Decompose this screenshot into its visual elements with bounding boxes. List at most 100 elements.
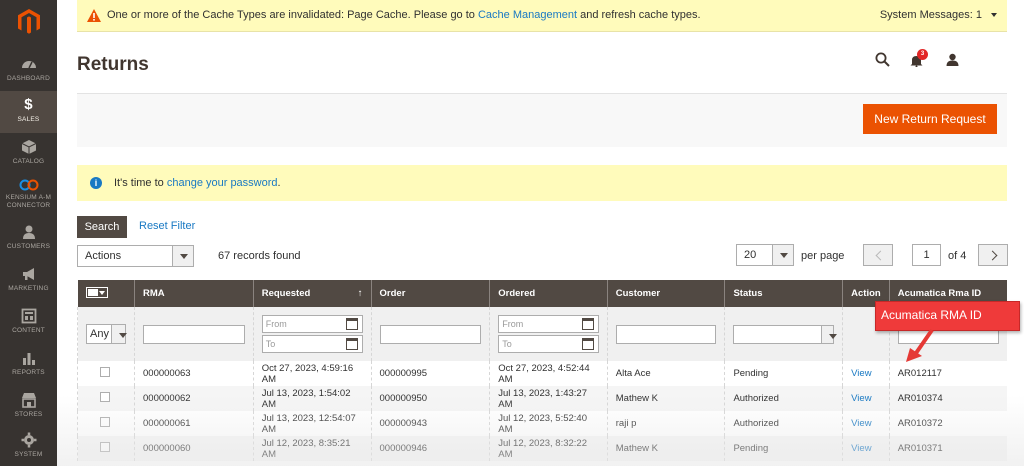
mass-actions-select[interactable]: Actions (77, 245, 194, 267)
global-search-button[interactable] (875, 52, 890, 72)
megaphone-icon (22, 268, 34, 280)
search-button[interactable]: Search (77, 216, 127, 238)
column-header-ordered[interactable]: Ordered (489, 280, 608, 307)
column-header-rma[interactable]: RMA (134, 280, 254, 307)
order-filter-input[interactable] (379, 324, 482, 344)
records-found: 67 records found (218, 250, 301, 262)
nav-kensium-connector[interactable]: KENSIUM A-M CONNECTOR (0, 179, 57, 210)
column-header-requested[interactable]: Requested ↑ (252, 280, 372, 307)
view-link[interactable]: View (851, 443, 871, 454)
requested-from-placeholder: From (265, 319, 287, 329)
requested-from-input[interactable]: From (261, 315, 363, 333)
nav-system-label: SYSTEM (14, 451, 43, 458)
password-notice-end: . (277, 177, 281, 189)
ordered-cell: Jul 12, 2023, 5:52:40 AM (489, 411, 608, 436)
next-page-button[interactable] (978, 244, 1008, 266)
acumatica-rma-id-cell: AR010374 (888, 386, 1007, 411)
system-messages-dropdown[interactable]: System Messages: 1 (880, 9, 997, 21)
nav-system[interactable]: SYSTEM (0, 432, 57, 459)
ordered-to-input[interactable]: To (498, 335, 599, 353)
previous-page-button[interactable] (863, 244, 893, 266)
password-notice: i It's time to change your password. (77, 165, 1007, 201)
account-menu-button[interactable] (946, 53, 959, 71)
nav-sales[interactable]: $ SALES (0, 91, 57, 133)
search-icon (875, 52, 890, 67)
nav-catalog[interactable]: CATALOG (0, 139, 57, 166)
requested-cell: Jul 13, 2023, 12:54:07 AM (252, 411, 372, 436)
magento-logo[interactable] (0, 0, 57, 44)
notifications-button[interactable]: 3 (910, 49, 928, 72)
ordered-cell: Jul 13, 2023, 1:43:27 AM (489, 386, 608, 411)
calendar-icon[interactable] (345, 318, 358, 330)
column-header-status[interactable]: Status (724, 280, 843, 307)
calendar-icon[interactable] (581, 338, 594, 350)
mass-actions-value: Actions (85, 250, 122, 262)
mass-select-filter-value: Any (90, 328, 109, 340)
requested-to-input[interactable]: To (261, 335, 363, 353)
nav-dashboard[interactable]: DASHBOARD (0, 56, 57, 83)
ordered-from-input[interactable]: From (498, 315, 599, 333)
nav-content[interactable]: CONTENT (0, 308, 57, 335)
rma-filter-input[interactable] (143, 324, 245, 344)
change-password-link[interactable]: change your password (167, 177, 278, 189)
customer-filter-input[interactable] (615, 324, 717, 344)
ordered-cell: Oct 27, 2023, 4:52:44 AM (489, 361, 608, 386)
nav-content-label: CONTENT (12, 327, 45, 334)
nav-reports-label: REPORTS (12, 369, 45, 376)
acumatica-rma-id-callout: Acumatica RMA ID (875, 301, 1020, 331)
chevron-down-icon (111, 325, 127, 343)
calendar-icon[interactable] (581, 318, 594, 330)
column-header-order[interactable]: Order (370, 280, 490, 307)
table-row[interactable]: 000000062 Jul 13, 2023, 1:54:02 AM 00000… (77, 386, 1007, 411)
acumatica-rma-id-cell: AR010372 (888, 411, 1007, 436)
view-link[interactable]: View (851, 393, 871, 404)
acumatica-rma-id-cell: AR012117 (888, 361, 1007, 386)
row-checkbox[interactable] (100, 367, 110, 377)
column-header-customer[interactable]: Customer (606, 280, 725, 307)
sort-arrow-icon: ↑ (357, 288, 363, 299)
notification-count-badge: 3 (917, 49, 928, 60)
cache-management-link[interactable]: Cache Management (478, 9, 577, 21)
view-link[interactable]: View (851, 418, 871, 429)
row-checkbox[interactable] (100, 417, 110, 427)
new-return-request-button[interactable]: New Return Request (863, 104, 997, 134)
per-page-value: 20 (744, 249, 757, 261)
calendar-icon[interactable] (345, 338, 358, 350)
table-row[interactable]: 000000060 Jul 12, 2023, 8:35:21 AM 00000… (77, 436, 1007, 461)
rma-cell: 000000060 (134, 436, 254, 461)
nav-customers[interactable]: CUSTOMERS (0, 224, 57, 251)
mass-select-filter[interactable]: Any (86, 324, 127, 344)
mass-select-header[interactable] (77, 280, 135, 307)
order-cell: 000000946 (370, 436, 490, 461)
page-actions-bar: New Return Request (77, 93, 1007, 147)
page-count: of 4 (948, 250, 967, 262)
nav-reports[interactable]: REPORTS (0, 350, 57, 377)
status-cell: Pending (724, 436, 843, 461)
row-checkbox[interactable] (100, 442, 110, 452)
table-row[interactable]: 000000063 Oct 27, 2023, 4:59:16 AM 00000… (77, 361, 1007, 386)
kensium-icon (19, 179, 38, 191)
system-message-text-after: and refresh cache types. (580, 9, 701, 21)
table-row[interactable]: 000000061 Jul 13, 2023, 12:54:07 AM 0000… (77, 411, 1007, 436)
per-page-label: per page (801, 250, 845, 262)
nav-stores[interactable]: STORES (0, 392, 57, 419)
status-cell: Authorized (724, 411, 843, 436)
nav-sales-label: SALES (17, 116, 40, 123)
password-notice-prefix: It's time to (114, 177, 164, 189)
gear-icon (21, 432, 36, 448)
chevron-down-icon (172, 246, 193, 266)
view-link[interactable]: View (851, 368, 871, 379)
mass-select-dropdown[interactable] (85, 286, 108, 298)
per-page-select[interactable]: 20 (736, 244, 794, 266)
status-filter-select[interactable] (733, 324, 838, 344)
customer-cell: raji p (606, 411, 725, 436)
page-number-input[interactable]: 1 (912, 244, 941, 266)
ordered-to-placeholder: To (502, 339, 512, 349)
row-checkbox[interactable] (100, 392, 110, 402)
reset-filter-link[interactable]: Reset Filter (139, 220, 195, 232)
dollar-icon: $ (24, 96, 33, 113)
nav-dashboard-label: DASHBOARD (7, 75, 50, 82)
customer-cell: Alta Ace (606, 361, 725, 386)
nav-marketing[interactable]: MARKETING (0, 266, 57, 293)
chevron-down-icon (772, 245, 793, 265)
